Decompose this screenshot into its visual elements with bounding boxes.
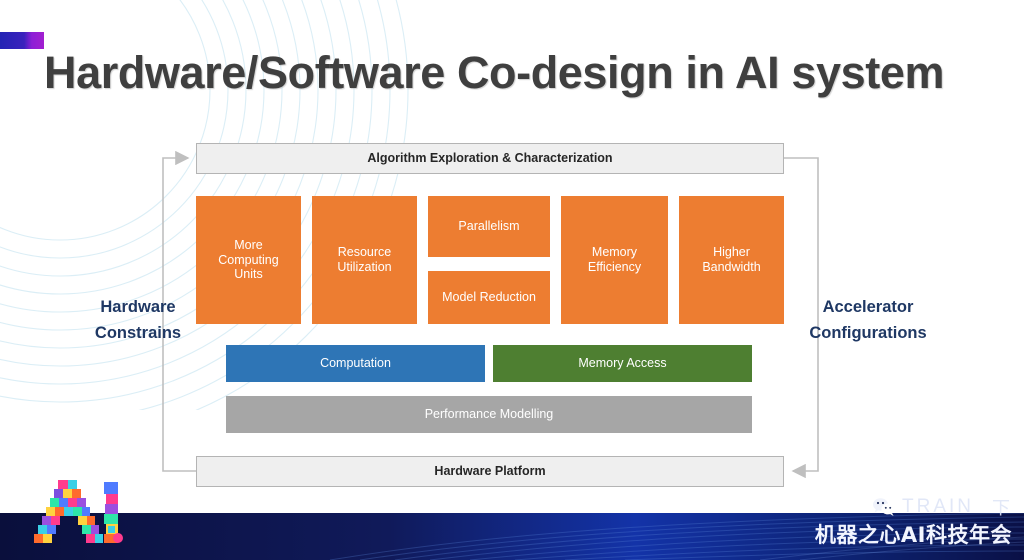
watermark-top-row: TRAIN 下 (872, 494, 1010, 520)
box-higher-bandwidth-label: Higher Bandwidth (702, 245, 760, 275)
box-more-computing-units[interactable]: More Computing Units (196, 196, 301, 324)
codesign-flow-diagram: Algorithm Exploration & Characterization… (0, 0, 1024, 513)
box-hardware-platform-label: Hardware Platform (434, 464, 545, 479)
label-hardware-constrains-line2: Constrains (82, 320, 194, 346)
label-hardware-constrains-line1: Hardware (82, 294, 194, 320)
box-performance-modelling[interactable]: Performance Modelling (226, 396, 752, 433)
box-performance-modelling-label: Performance Modelling (425, 407, 554, 422)
watermark: TRAIN 下 机器之心AI科技年会 (802, 492, 1016, 554)
box-resource-utilization-label: Resource Utilization (337, 245, 391, 275)
box-higher-bandwidth[interactable]: Higher Bandwidth (679, 196, 784, 324)
box-algorithm-exploration[interactable]: Algorithm Exploration & Characterization (196, 143, 784, 174)
box-algorithm-exploration-label: Algorithm Exploration & Characterization (367, 151, 612, 166)
wechat-icon (872, 497, 896, 517)
watermark-train-text: TRAIN (902, 496, 974, 518)
box-model-reduction[interactable]: Model Reduction (428, 271, 550, 324)
box-memory-access-label: Memory Access (578, 356, 666, 371)
label-accelerator-configurations-line1: Accelerator (800, 294, 936, 320)
box-parallelism-label: Parallelism (458, 219, 519, 234)
box-memory-efficiency-label: Memory Efficiency (588, 245, 641, 275)
box-resource-utilization[interactable]: Resource Utilization (312, 196, 417, 324)
ai-mosaic-logo (30, 478, 126, 550)
box-hardware-platform[interactable]: Hardware Platform (196, 456, 784, 487)
slide-canvas: Hardware/Software Co-design in AI system… (0, 0, 1024, 560)
label-hardware-constrains: Hardware Constrains (82, 294, 194, 347)
watermark-chinese-text: 机器之心AI科技年会 (815, 519, 1012, 549)
watermark-suffix-text: 下 (992, 494, 1010, 520)
box-parallelism[interactable]: Parallelism (428, 196, 550, 257)
box-computation-label: Computation (320, 356, 391, 371)
label-accelerator-configurations: Accelerator Configurations (800, 294, 936, 347)
box-more-computing-units-label: More Computing Units (218, 238, 278, 282)
box-model-reduction-label: Model Reduction (442, 290, 536, 305)
box-computation[interactable]: Computation (226, 345, 485, 382)
box-memory-access[interactable]: Memory Access (493, 345, 752, 382)
label-accelerator-configurations-line2: Configurations (800, 320, 936, 346)
box-memory-efficiency[interactable]: Memory Efficiency (561, 196, 668, 324)
